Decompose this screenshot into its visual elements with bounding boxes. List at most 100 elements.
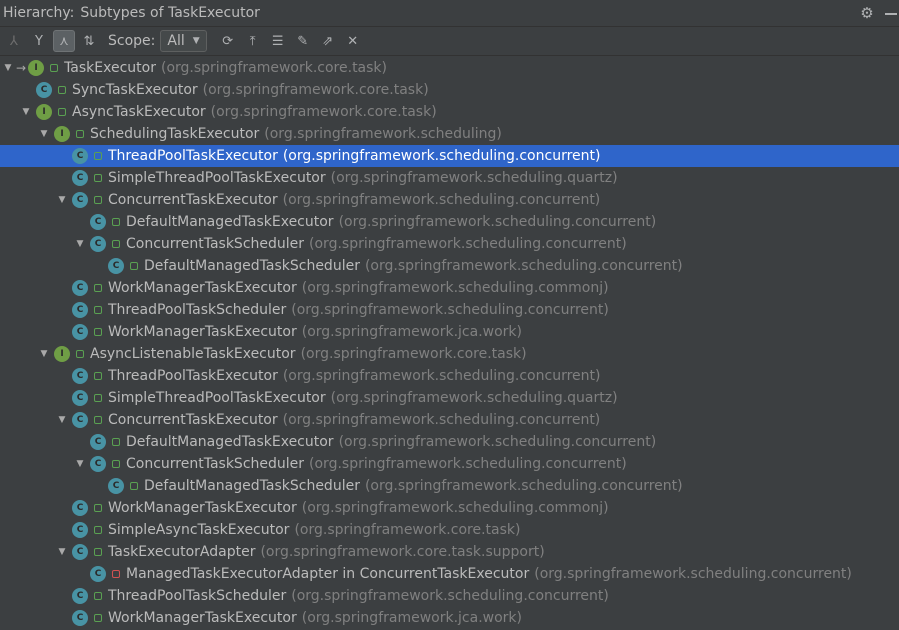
expand-arrow-icon[interactable]: ▼ bbox=[20, 101, 32, 123]
tree-node[interactable]: ▼ C ConcurrentTaskExecutor (org.springframe… bbox=[0, 409, 899, 431]
expand-arrow-icon[interactable]: ▼ bbox=[38, 123, 50, 145]
class-icon: C bbox=[72, 500, 88, 516]
tree-node[interactable]: C ManagedTaskExecutorAdapter in Concurren… bbox=[0, 563, 899, 585]
type-hierarchy-icon[interactable]: ⋏ bbox=[53, 30, 75, 52]
tree-node[interactable]: ▼ I AsyncListenableTaskExecutor (org.spring… bbox=[0, 343, 899, 365]
tree-node[interactable]: C ThreadPoolTaskExecutor (org.springframew… bbox=[0, 365, 899, 387]
package-name: (org.springframework.scheduling.commonj) bbox=[301, 280, 609, 296]
package-name: (org.springframework.scheduling.concurre… bbox=[338, 434, 657, 450]
type-name: DefaultManagedTaskExecutor bbox=[126, 434, 334, 450]
tree-node[interactable]: C WorkManagerTaskExecutor (org.springframe… bbox=[0, 497, 899, 519]
tree-node[interactable]: ▼ C ConcurrentTaskExecutor (org.springframe… bbox=[0, 189, 899, 211]
type-name: ConcurrentTaskExecutor bbox=[108, 192, 278, 208]
pin-icon[interactable]: ✎ bbox=[292, 30, 314, 52]
type-name: ConcurrentTaskScheduler bbox=[126, 236, 305, 252]
tree-node[interactable]: C ThreadPoolTaskScheduler (org.springframe… bbox=[0, 299, 899, 321]
expand-arrow-icon[interactable]: ▼ bbox=[2, 57, 14, 79]
class-icon: C bbox=[72, 588, 88, 604]
tree-node[interactable]: ▼ C TaskExecutorAdapter (org.springframewor… bbox=[0, 541, 899, 563]
public-access-icon bbox=[112, 218, 120, 226]
expand-arrow-icon[interactable]: ▼ bbox=[74, 233, 86, 255]
expand-arrow-icon[interactable]: ▼ bbox=[38, 343, 50, 365]
sort-alphabetically-icon[interactable]: ⇅ bbox=[78, 30, 100, 52]
package-name: (org.springframework.core.task) bbox=[202, 82, 429, 98]
public-access-icon bbox=[94, 306, 102, 314]
class-icon: C bbox=[90, 434, 106, 450]
class-icon: C bbox=[72, 412, 88, 428]
expand-arrow-icon[interactable]: ▼ bbox=[74, 453, 86, 475]
public-access-icon bbox=[50, 64, 59, 72]
export-icon[interactable]: ⇗ bbox=[317, 30, 339, 52]
expand-arrow-icon[interactable]: ▼ bbox=[56, 541, 68, 563]
scroll-to-source-icon[interactable]: ⤒ bbox=[242, 30, 264, 52]
type-name: ConcurrentTaskExecutor bbox=[108, 412, 278, 428]
tree-node[interactable]: ▼ I AsyncTaskExecutor (org.springframework.… bbox=[0, 101, 899, 123]
type-name: WorkManagerTaskExecutor bbox=[108, 324, 297, 340]
tree-node[interactable]: C DefaultManagedTaskScheduler (org.springf… bbox=[0, 255, 899, 277]
public-access-icon bbox=[112, 438, 120, 446]
tree-node[interactable]: C WorkManagerTaskExecutor (org.springframe… bbox=[0, 607, 899, 629]
package-name: (org.springframework.core.task) bbox=[210, 104, 437, 120]
tree-node[interactable]: C WorkManagerTaskExecutor (org.springframe… bbox=[0, 277, 899, 299]
type-name: WorkManagerTaskExecutor bbox=[108, 280, 297, 296]
package-name: (org.springframework.scheduling.quartz) bbox=[330, 390, 618, 406]
package-name: (org.springframework.scheduling.concurre… bbox=[291, 302, 609, 318]
expand-arrow-icon[interactable]: ▼ bbox=[56, 189, 68, 211]
type-name: ThreadPoolTaskScheduler bbox=[108, 588, 287, 604]
public-access-icon bbox=[76, 130, 84, 138]
tool-window-header: Hierarchy: Subtypes of TaskExecutor ⚙ bbox=[0, 0, 899, 27]
public-access-icon bbox=[94, 372, 102, 380]
type-name: DefaultManagedTaskScheduler bbox=[144, 258, 360, 274]
tree-node[interactable]: C DefaultManagedTaskExecutor (org.springfr… bbox=[0, 431, 899, 453]
supertypes-hierarchy-icon[interactable]: ⅄ bbox=[3, 30, 25, 52]
tree-node[interactable]: ▼ I SchedulingTaskExecutor (org.springframe… bbox=[0, 123, 899, 145]
tree-node[interactable]: C ThreadPoolTaskScheduler (org.springframe… bbox=[0, 585, 899, 607]
package-name: (org.springframework.core.task) bbox=[160, 60, 387, 76]
expand-all-icon[interactable]: ☰ bbox=[267, 30, 289, 52]
refresh-icon[interactable]: ⟳ bbox=[217, 30, 239, 52]
tree-node[interactable]: C WorkManagerTaskExecutor (org.springframe… bbox=[0, 321, 899, 343]
class-icon: C bbox=[72, 148, 88, 164]
chevron-down-icon: ▼ bbox=[192, 36, 200, 46]
tree-node[interactable]: C SimpleAsyncTaskExecutor (org.springframe… bbox=[0, 519, 899, 541]
tree-node[interactable]: ▼ → I TaskExecutor (org.springframework.core… bbox=[0, 57, 899, 79]
public-access-icon bbox=[58, 108, 66, 116]
gear-icon[interactable]: ⚙ bbox=[859, 5, 875, 21]
tree-node[interactable]: C SyncTaskExecutor (org.springframework.co… bbox=[0, 79, 899, 101]
type-name: ConcurrentTaskScheduler bbox=[126, 456, 305, 472]
tree-node[interactable]: ▼ C ConcurrentTaskScheduler (org.springfram… bbox=[0, 233, 899, 255]
type-name: TaskExecutor bbox=[64, 60, 156, 76]
type-name: WorkManagerTaskExecutor bbox=[108, 500, 297, 516]
public-access-icon bbox=[94, 394, 102, 402]
tree-node[interactable]: C DefaultManagedTaskExecutor (org.springfr… bbox=[0, 211, 899, 233]
expand-arrow-icon[interactable]: ▼ bbox=[56, 409, 68, 431]
tree-node[interactable]: C DefaultManagedTaskScheduler (org.springf… bbox=[0, 475, 899, 497]
close-icon[interactable]: ✕ bbox=[342, 30, 364, 52]
tree-node[interactable]: ▼ C ConcurrentTaskScheduler (org.springfram… bbox=[0, 453, 899, 475]
package-name: (org.springframework.scheduling.concurre… bbox=[282, 192, 601, 208]
class-icon: C bbox=[108, 258, 124, 274]
type-name: DefaultManagedTaskScheduler bbox=[144, 478, 360, 494]
type-name: DefaultManagedTaskExecutor bbox=[126, 214, 334, 230]
subtypes-hierarchy-icon[interactable]: Y bbox=[28, 30, 50, 52]
public-access-icon bbox=[94, 526, 102, 534]
scope-dropdown[interactable]: All ▼ bbox=[160, 30, 207, 52]
base-type-marker-icon: → bbox=[16, 61, 27, 75]
tree-node[interactable]: C SimpleThreadPoolTaskExecutor (org.spring… bbox=[0, 387, 899, 409]
class-icon: C bbox=[72, 280, 88, 296]
package-name: (org.springframework.scheduling.concurre… bbox=[309, 456, 627, 472]
tree-node[interactable]: C SimpleThreadPoolTaskExecutor (org.spring… bbox=[0, 167, 899, 189]
interface-icon: I bbox=[28, 60, 45, 76]
public-access-icon bbox=[94, 614, 102, 622]
tree-node[interactable]: C ThreadPoolTaskExecutor (org.springframew… bbox=[0, 145, 899, 167]
hide-icon[interactable] bbox=[885, 12, 897, 15]
class-icon: C bbox=[72, 544, 88, 560]
package-name: (org.springframework.scheduling.concurre… bbox=[291, 588, 609, 604]
